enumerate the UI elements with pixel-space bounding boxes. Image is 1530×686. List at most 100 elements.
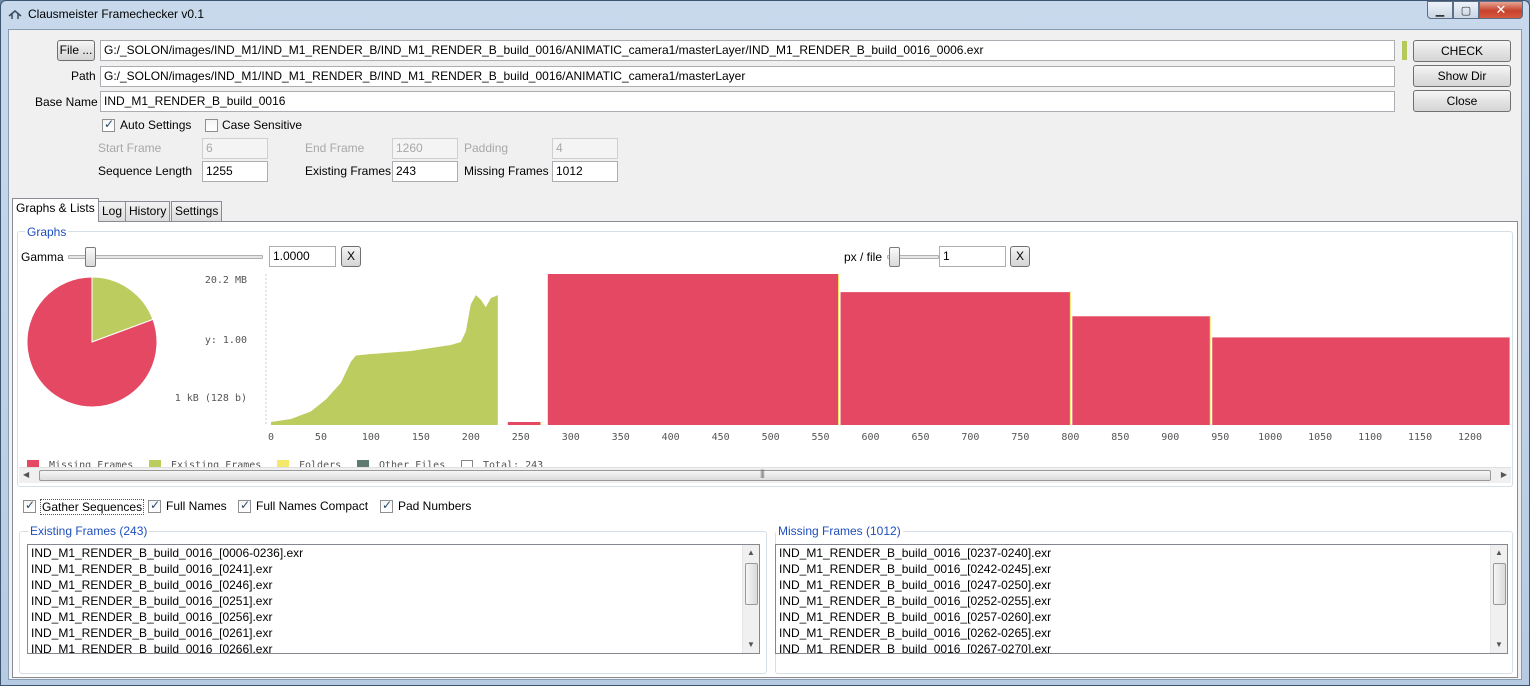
minimize-button[interactable]: ▁ — [1427, 1, 1453, 19]
tab-history[interactable]: History — [125, 201, 171, 221]
x-tick-label: 450 — [712, 432, 730, 443]
auto-settings-checkbox[interactable] — [102, 117, 115, 132]
x-tick-label: 950 — [1211, 432, 1229, 443]
show-dir-button[interactable]: Show Dir — [1413, 65, 1511, 87]
tab-settings[interactable]: Settings — [171, 201, 223, 221]
list-item[interactable]: IND_M1_RENDER_B_build_0016_[0251].exr — [28, 593, 759, 609]
tab-log[interactable]: Log — [98, 201, 127, 221]
x-tick-label: 250 — [512, 432, 530, 443]
x-tick-label: 1150 — [1408, 432, 1432, 443]
missing-list-scrollbar[interactable]: ▲ ▼ — [1490, 545, 1507, 653]
sequence-length-input[interactable]: 1255 — [202, 161, 268, 182]
list-item[interactable]: IND_M1_RENDER_B_build_0016_[0241].exr — [28, 561, 759, 577]
list-item[interactable]: IND_M1_RENDER_B_build_0016_[0266].exr — [28, 641, 759, 653]
missing-list-items: IND_M1_RENDER_B_build_0016_[0237-0240].e… — [776, 545, 1507, 653]
end-frame-input[interactable]: 1260 — [392, 138, 458, 159]
list-item[interactable]: IND_M1_RENDER_B_build_0016_[0237-0240].e… — [776, 545, 1507, 561]
window-title: Clausmeister Framechecker v0.1 — [28, 7, 205, 21]
graphs-group-title: Graphs — [25, 225, 69, 239]
basename-label: Base Name — [35, 95, 98, 109]
maximize-button[interactable]: ▢ — [1453, 1, 1479, 19]
existing-frames-title: Existing Frames (243) — [28, 524, 150, 538]
padding-input[interactable]: 4 — [552, 138, 618, 159]
y-tick-label: 1 kB (128 b) — [174, 393, 247, 404]
app-window: Clausmeister Framechecker v0.1 ▁ ▢ ✕ Fil… — [0, 0, 1530, 686]
missing-list-scroll-thumb[interactable] — [1493, 563, 1506, 605]
list-item[interactable]: IND_M1_RENDER_B_build_0016_[0006-0236].e… — [28, 545, 759, 561]
gamma-reset-button[interactable]: X — [341, 246, 361, 267]
gamma-slider-track[interactable] — [68, 255, 263, 259]
list-item[interactable]: IND_M1_RENDER_B_build_0016_[0262-0265].e… — [776, 625, 1507, 641]
list-item[interactable]: IND_M1_RENDER_B_build_0016_[0246].exr — [28, 577, 759, 593]
list-item[interactable]: IND_M1_RENDER_B_build_0016_[0257-0260].e… — [776, 609, 1507, 625]
existing-frames-input[interactable]: 243 — [392, 161, 458, 182]
x-tick-label: 800 — [1061, 432, 1079, 443]
basename-input[interactable]: IND_M1_RENDER_B_build_0016 — [100, 91, 1395, 112]
end-frame-label: End Frame — [305, 141, 365, 155]
gamma-slider-thumb[interactable] — [85, 247, 96, 267]
existing-list-scrollbar[interactable]: ▲ ▼ — [742, 545, 759, 653]
x-tick-label: 600 — [861, 432, 879, 443]
x-tick-label: 650 — [911, 432, 929, 443]
tab-graphs-lists[interactable]: Graphs & Lists — [12, 198, 99, 222]
list-item[interactable]: IND_M1_RENDER_B_build_0016_[0242-0245].e… — [776, 561, 1507, 577]
missing-frames-title: Missing Frames (1012) — [776, 524, 903, 538]
scroll-down-icon[interactable]: ▼ — [743, 637, 759, 653]
case-sensitive-checkbox[interactable] — [205, 119, 218, 132]
y-tick-label: y: 1.00 — [204, 335, 247, 346]
x-tick-label: 1200 — [1458, 432, 1482, 443]
file-input[interactable]: G:/_SOLON/images/IND_M1/IND_M1_RENDER_B/… — [100, 40, 1395, 61]
full-names-checkbox[interactable] — [148, 498, 161, 513]
path-label: Path — [71, 69, 96, 83]
case-sensitive-label: Case Sensitive — [222, 118, 303, 132]
full-names-label: Full Names — [166, 499, 227, 513]
close-window-button[interactable]: ✕ — [1479, 1, 1523, 19]
existing-frames-list[interactable]: IND_M1_RENDER_B_build_0016_[0006-0236].e… — [27, 544, 760, 654]
x-tick-label: 1050 — [1308, 432, 1332, 443]
title-bar[interactable]: Clausmeister Framechecker v0.1 ▁ ▢ ✕ — [1, 1, 1529, 27]
frames-timeline-chart: 0 50 100 150 200 250 300 350 400 450 500 550 600 650 7… — [265, 274, 1510, 443]
graph-scroll-thumb[interactable]: ||| — [39, 468, 1491, 481]
missing-frames-input[interactable]: 1012 — [552, 161, 618, 182]
gamma-input[interactable]: 1.0000 — [269, 246, 336, 267]
main-panel: File ... G:/_SOLON/images/IND_M1/IND_M1_… — [8, 29, 1522, 680]
status-indicator — [1402, 41, 1407, 60]
pxfile-input[interactable]: 1 — [939, 246, 1006, 267]
x-tick-label: 300 — [562, 432, 580, 443]
scroll-right-icon[interactable]: ▶ — [1501, 470, 1507, 479]
x-tick-label: 1000 — [1258, 432, 1282, 443]
graph-horizontal-scrollbar[interactable]: ◀ ||| ▶ — [19, 467, 1511, 483]
missing-frames-bar — [1072, 316, 1211, 425]
pad-numbers-label: Pad Numbers — [398, 499, 472, 513]
scroll-left-icon[interactable]: ◀ — [23, 470, 29, 479]
gather-sequences-checkbox[interactable] — [23, 498, 36, 513]
scroll-up-icon[interactable]: ▲ — [743, 545, 759, 561]
missing-frames-label: Missing Frames — [464, 164, 549, 178]
start-frame-input[interactable]: 6 — [202, 138, 268, 159]
file-button[interactable]: File ... — [57, 40, 95, 61]
existing-list-scroll-thumb[interactable] — [745, 563, 758, 605]
pxfile-reset-button[interactable]: X — [1010, 246, 1030, 267]
pxfile-slider-thumb[interactable] — [889, 247, 900, 267]
missing-frames-list[interactable]: IND_M1_RENDER_B_build_0016_[0237-0240].e… — [775, 544, 1508, 654]
path-input[interactable]: G:/_SOLON/images/IND_M1/IND_M1_RENDER_B/… — [100, 66, 1395, 87]
y-tick-label: 20.2 MB — [204, 275, 247, 286]
full-names-compact-checkbox[interactable] — [238, 498, 251, 513]
graphs-lists-panel: Graphs Gamma 1.0000 X px / file 1 X 20.2… — [12, 221, 1518, 678]
check-button[interactable]: CHECK — [1413, 40, 1511, 62]
list-item[interactable]: IND_M1_RENDER_B_build_0016_[0261].exr — [28, 625, 759, 641]
pad-numbers-checkbox[interactable] — [380, 498, 393, 513]
missing-frames-bar — [1212, 337, 1510, 425]
list-item[interactable]: IND_M1_RENDER_B_build_0016_[0252-0255].e… — [776, 593, 1507, 609]
maximize-icon: ▢ — [1460, 4, 1472, 17]
list-item[interactable]: IND_M1_RENDER_B_build_0016_[0267-0270].e… — [776, 641, 1507, 653]
scroll-up-icon[interactable]: ▲ — [1491, 545, 1507, 561]
x-tick-label: 50 — [315, 432, 327, 443]
existing-frames-label: Existing Frames — [305, 164, 392, 178]
scroll-down-icon[interactable]: ▼ — [1491, 637, 1507, 653]
close-icon: ✕ — [1495, 2, 1507, 17]
x-tick-label: 550 — [812, 432, 830, 443]
list-item[interactable]: IND_M1_RENDER_B_build_0016_[0256].exr — [28, 609, 759, 625]
list-item[interactable]: IND_M1_RENDER_B_build_0016_[0247-0250].e… — [776, 577, 1507, 593]
close-button[interactable]: Close — [1413, 90, 1511, 112]
